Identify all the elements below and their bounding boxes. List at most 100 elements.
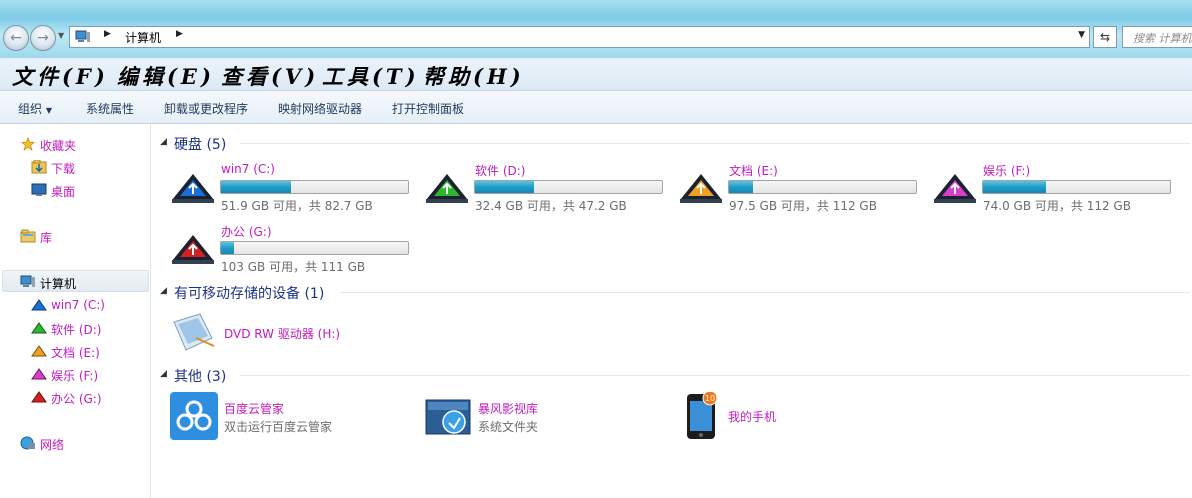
item-subtitle: 双击运行百度云管家 — [224, 420, 333, 434]
baofeng-library-tile[interactable]: 暴风影视库 系统文件夹 — [424, 392, 664, 442]
drive-usage-fill — [221, 181, 291, 193]
group-title: 有可移动存储的设备 (1) — [174, 286, 325, 302]
back-button[interactable]: ← — [3, 25, 29, 51]
downloads-folder-icon — [31, 160, 47, 174]
system-properties-button[interactable]: 系统属性 — [86, 100, 134, 117]
drive-name: 文档 (E:) — [729, 164, 778, 178]
address-bar[interactable]: ▶ 计算机 ▶ ▼ — [69, 26, 1090, 48]
drive-tile-g[interactable]: 办公 (G:) 103 GB 可用，共 111 GB — [170, 223, 420, 278]
sidebar-item-label: 软件 (D:) — [51, 323, 102, 337]
menu-view[interactable]: 查看(V) — [221, 61, 319, 91]
phone-icon: 10 — [687, 392, 718, 439]
drive-tile-c[interactable]: win7 (C:) 51.9 GB 可用，共 82.7 GB — [170, 162, 420, 217]
phone-badge: 10 — [705, 394, 715, 403]
drive-tile-e[interactable]: 文档 (E:) 97.5 GB 可用，共 112 GB — [678, 162, 928, 217]
group-hard-disks[interactable]: ◢ 硬盘 (5) — [160, 133, 1190, 153]
sidebar-item-label: 桌面 — [51, 185, 76, 199]
forward-button[interactable]: → — [30, 25, 56, 51]
collapse-icon[interactable]: ◢ — [160, 369, 167, 379]
baidu-cloud-tile[interactable]: 百度云管家 双击运行百度云管家 — [170, 392, 410, 442]
drive-usage-bar — [728, 180, 917, 194]
drive-free-space: 32.4 GB 可用，共 47.2 GB — [475, 199, 627, 213]
sidebar-item-label: 娱乐 (F:) — [51, 369, 99, 383]
desktop-icon — [31, 183, 47, 196]
group-divider — [240, 143, 1190, 144]
drive-tile-f[interactable]: 娱乐 (F:) 74.0 GB 可用，共 112 GB — [932, 162, 1182, 217]
item-name: 暴风影视库 — [478, 402, 539, 416]
drive-free-space: 74.0 GB 可用，共 112 GB — [983, 199, 1131, 213]
title-bar: ← → ▼ ▶ 计算机 ▶ ▼ ⇆ 搜索 计算机 — [0, 0, 1192, 58]
drive-name: 娱乐 (F:) — [983, 164, 1031, 178]
item-subtitle: 系统文件夹 — [478, 420, 539, 434]
dvd-drive-tile[interactable]: DVD RW 驱动器 (H:) — [170, 308, 410, 358]
drive-e-icon — [680, 174, 722, 203]
drive-free-space: 51.9 GB 可用，共 82.7 GB — [221, 199, 373, 213]
drive-usage-bar — [474, 180, 663, 194]
navigation-pane: 收藏夹 下载 桌面 库 计算机 win7 (C:) 软件 (D:) 文档 (E:… — [0, 124, 151, 498]
breadcrumb-computer[interactable]: 计算机 — [125, 29, 161, 46]
command-toolbar: 组织 ▼ 系统属性 卸载或更改程序 映射网络驱动器 打开控制面板 — [0, 91, 1192, 124]
drive-e-icon — [31, 345, 47, 357]
group-removable[interactable]: ◢ 有可移动存储的设备 (1) — [160, 282, 1190, 302]
group-divider — [340, 292, 1190, 293]
drive-d-icon — [426, 174, 468, 203]
menu-file[interactable]: 文件(F) — [12, 61, 109, 91]
item-name: 百度云管家 — [224, 402, 285, 416]
menu-bar: 文件(F) 编辑(E) 查看(V) 工具(T) 帮助(H) — [0, 58, 1192, 91]
computer-icon — [75, 30, 90, 42]
drive-usage-fill — [983, 181, 1047, 193]
breadcrumb-separator-icon[interactable]: ▶ — [176, 29, 183, 39]
history-dropdown-icon[interactable]: ▼ — [58, 31, 64, 40]
organize-button[interactable]: 组织 ▼ — [18, 100, 52, 117]
drive-name: win7 (C:) — [221, 162, 275, 176]
dvd-drive-icon — [173, 313, 215, 351]
drive-g-icon — [172, 235, 214, 264]
drive-f-icon — [31, 368, 47, 380]
drive-d-icon — [31, 322, 47, 334]
group-other[interactable]: ◢ 其他 (3) — [160, 365, 1190, 385]
address-dropdown-icon[interactable]: ▼ — [1078, 30, 1085, 40]
dvd-drive-name: DVD RW 驱动器 (H:) — [224, 327, 341, 341]
menu-tools[interactable]: 工具(T) — [322, 61, 420, 91]
drive-g-icon — [31, 391, 47, 403]
group-title: 硬盘 (5) — [174, 137, 227, 153]
collapse-icon[interactable]: ◢ — [160, 286, 167, 296]
library-folder-icon — [20, 229, 36, 243]
control-panel-button[interactable]: 打开控制面板 — [392, 100, 464, 117]
search-input[interactable]: 搜索 计算机 — [1122, 26, 1192, 48]
drive-free-space: 103 GB 可用，共 111 GB — [221, 260, 366, 274]
drive-f-icon — [934, 174, 976, 203]
drive-name: 办公 (G:) — [221, 225, 272, 239]
star-icon — [20, 137, 36, 151]
file-list-pane: ◢ 硬盘 (5) win7 (C:) 51.9 GB 可用，共 82.7 GB … — [152, 124, 1192, 498]
uninstall-button[interactable]: 卸载或更改程序 — [164, 100, 248, 117]
sidebar-item-label: 收藏夹 — [40, 139, 77, 153]
collapse-icon[interactable]: ◢ — [160, 137, 167, 147]
baidu-cloud-icon — [170, 392, 218, 440]
menu-edit[interactable]: 编辑(E) — [117, 61, 215, 91]
sidebar-item-label: win7 (C:) — [51, 298, 105, 312]
drive-usage-fill — [475, 181, 534, 193]
drive-tile-d[interactable]: 软件 (D:) 32.4 GB 可用，共 47.2 GB — [424, 162, 674, 217]
baofeng-library-icon — [425, 399, 471, 435]
organize-label: 组织 — [18, 102, 43, 116]
group-title: 其他 (3) — [174, 369, 227, 385]
map-drive-button[interactable]: 映射网络驱动器 — [278, 100, 362, 117]
drive-usage-fill — [729, 181, 754, 193]
drive-usage-bar — [220, 180, 409, 194]
drive-name: 软件 (D:) — [475, 164, 526, 178]
sidebar-item-label: 网络 — [40, 438, 65, 452]
group-divider — [240, 375, 1190, 376]
item-name: 我的手机 — [728, 410, 777, 424]
sidebar-item-label: 文档 (E:) — [51, 346, 100, 360]
drive-usage-bar — [982, 180, 1171, 194]
drive-usage-bar — [220, 241, 409, 255]
chevron-down-icon: ▼ — [45, 106, 52, 115]
refresh-button[interactable]: ⇆ — [1093, 26, 1117, 48]
menu-help[interactable]: 帮助(H) — [423, 61, 525, 91]
drive-usage-fill — [221, 242, 235, 254]
breadcrumb-separator-icon[interactable]: ▶ — [104, 29, 111, 39]
my-phone-tile[interactable]: 10 我的手机 — [684, 392, 924, 442]
search-placeholder: 搜索 计算机 — [1133, 32, 1192, 45]
network-icon — [20, 436, 35, 450]
